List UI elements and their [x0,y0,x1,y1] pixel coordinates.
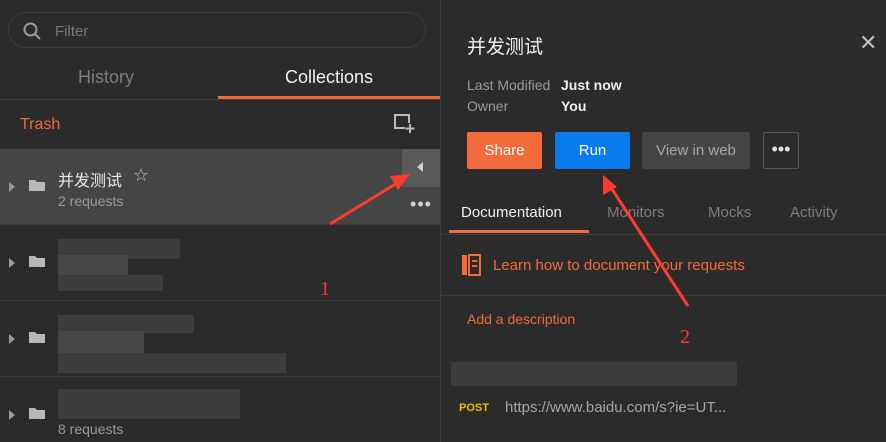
tab-activity[interactable]: Activity [790,204,838,221]
collection-item[interactable]: 8 requests [0,377,440,442]
active-tab-indicator [449,230,589,233]
redacted-count [58,353,286,373]
owner-value: You [561,98,587,114]
more-options-button[interactable]: ••• [763,132,799,169]
expand-caret-icon[interactable] [9,334,15,344]
star-icon[interactable]: ☆ [133,165,149,186]
filter-input[interactable] [53,20,357,42]
redacted-name [58,389,240,419]
collection-item[interactable] [0,301,440,377]
collection-item[interactable] [0,225,440,301]
tab-history[interactable]: History [0,60,212,99]
redacted-name [58,255,128,277]
search-icon [23,22,41,40]
redacted-count [58,275,163,291]
collections-sidebar: History Collections Trash 并发测试 ☆ 2 reque… [0,0,440,442]
annotation-number-1: 1 [320,278,330,300]
detail-tabs: Documentation Monitors Mocks Activity [441,196,886,235]
filter-search-box[interactable] [8,12,426,48]
tab-collections[interactable]: Collections [218,60,440,99]
folder-icon [29,332,45,343]
tab-monitors[interactable]: Monitors [607,204,665,221]
collection-name: 并发测试 [58,173,123,190]
tab-documentation[interactable]: Documentation [461,204,562,221]
annotation-number-2: 2 [680,326,690,348]
expand-caret-icon[interactable] [9,410,15,420]
run-button[interactable]: Run [555,132,630,169]
learn-docs-link[interactable]: Learn how to document your requests [493,257,745,274]
trash-link[interactable]: Trash [20,116,60,134]
document-icon [462,254,481,276]
tab-mocks[interactable]: Mocks [708,204,751,221]
redacted-name [58,331,144,355]
close-icon[interactable]: ✕ [859,32,877,54]
expand-caret-icon[interactable] [9,258,15,268]
collection-detail-panel: 并发测试 ✕ Last Modified Just now Owner You … [440,0,886,442]
request-method-badge: POST [459,402,489,414]
collection-title: 并发测试 [467,37,544,58]
add-description-link[interactable]: Add a description [467,311,575,327]
redacted-request-name [451,362,737,386]
last-modified-value: Just now [561,77,622,93]
collection-more-button[interactable]: ••• [402,191,440,221]
expand-caret-icon[interactable] [9,182,15,192]
collection-request-count: 8 requests [58,421,124,437]
caret-left-icon [417,162,423,172]
folder-icon [29,256,45,267]
collection-request-count: 2 requests [58,193,124,209]
folder-icon [29,408,45,419]
trash-row[interactable]: Trash [0,101,440,149]
view-in-web-button[interactable]: View in web [642,132,750,169]
request-url[interactable]: https://www.baidu.com/s?ie=UT... [505,399,726,416]
sidebar-tabs: History Collections [0,60,440,100]
learn-docs-row[interactable]: Learn how to document your requests [441,236,886,296]
new-collection-icon[interactable] [394,114,416,134]
collapse-sidebar-button[interactable] [402,149,440,187]
owner-label: Owner [467,98,509,114]
share-button[interactable]: Share [467,132,542,169]
last-modified-label: Last Modified [467,77,551,93]
collection-item[interactable]: 并发测试 ☆ 2 requests ••• [0,149,440,225]
folder-icon [29,180,45,191]
